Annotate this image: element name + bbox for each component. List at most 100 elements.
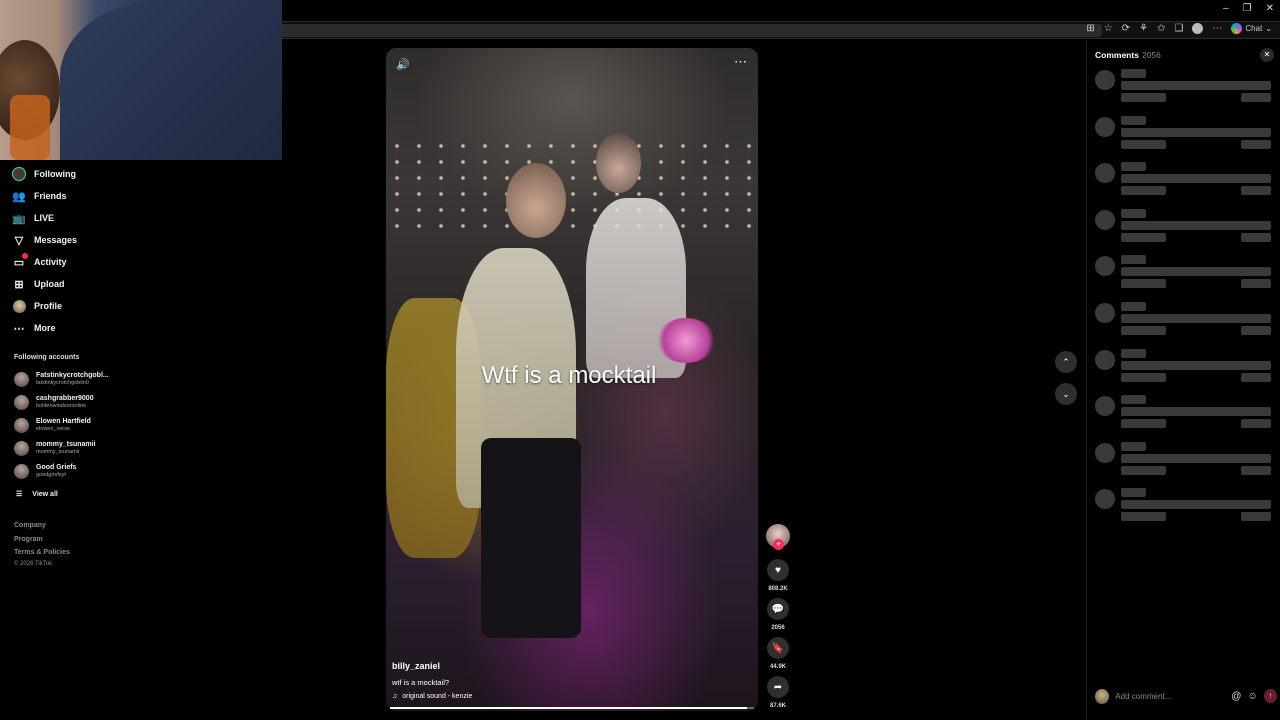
video-progress-bar[interactable] <box>390 707 754 709</box>
comment-skeleton <box>1121 139 1166 149</box>
comment-skeleton <box>1095 70 1115 90</box>
video-sound[interactable]: ♫ original sound - kenzie <box>392 693 472 700</box>
comment-composer: @ ☺ ↑ <box>1095 687 1277 705</box>
previous-video-button[interactable]: ⌃ <box>1055 351 1077 373</box>
favorites-icon[interactable]: ✩ <box>1157 23 1165 34</box>
comment-skeleton <box>1121 441 1146 451</box>
comment-skeleton <box>1121 279 1166 289</box>
comments-header: Comments 2056 <box>1095 50 1161 60</box>
comment-skeleton <box>1121 395 1146 405</box>
minimize-icon[interactable]: – <box>1223 3 1229 14</box>
address-field[interactable] <box>282 24 1102 37</box>
emoji-icon[interactable]: ☺ <box>1247 691 1257 702</box>
comment-skeleton <box>1241 186 1271 196</box>
like-count: 808.2K <box>768 586 788 592</box>
account-item[interactable]: mommy_tsunamii mommy_tsunamii <box>14 441 96 456</box>
nav-label: Messages <box>34 235 78 245</box>
comment-skeleton <box>1121 512 1166 522</box>
nav-upload[interactable]: ⊞ Upload <box>12 275 65 293</box>
webcam-overlay <box>0 0 282 160</box>
apps-icon[interactable]: ⊞ <box>1086 23 1094 34</box>
account-item[interactable]: cashgrabber9000 holdenwindsoronline <box>14 395 94 410</box>
like-action[interactable]: ♥ 808.2K <box>766 559 790 592</box>
comment-skeleton <box>1121 326 1166 335</box>
nav-label: Profile <box>34 301 63 311</box>
close-window-icon[interactable]: ✕ <box>1266 3 1274 14</box>
comment-skeleton <box>1121 500 1271 510</box>
video-author[interactable]: billy_zaniel <box>392 661 440 671</box>
comment-action[interactable]: 💬 2056 <box>766 598 790 631</box>
refresh-icon[interactable]: ⟳ <box>1122 23 1130 34</box>
comment-skeleton <box>1095 163 1115 184</box>
account-item[interactable]: Fatstinkycrotchgobl... fatstinkycrotchgob… <box>14 372 109 387</box>
footer-company-link[interactable]: Company <box>14 522 46 529</box>
comment-skeleton <box>1095 396 1115 417</box>
account-handle: mommy_tsunamii <box>36 449 80 455</box>
nav-live[interactable]: 📺 LIVE <box>12 209 54 227</box>
comment-skeleton <box>1121 127 1271 137</box>
nav-profile[interactable]: Profile <box>12 297 62 315</box>
account-item[interactable]: Elowen Hartfield elowen_verse <box>14 418 91 433</box>
post-comment-button[interactable]: ↑ <box>1263 689 1277 703</box>
comment-skeleton <box>1241 372 1271 382</box>
comment-bubble-icon[interactable]: 💬 <box>767 598 789 620</box>
following-accounts-title: Following accounts <box>14 354 80 361</box>
upload-icon: ⊞ <box>14 278 24 291</box>
video-player[interactable]: 🔊 ⋯ Wtf is a mocktail billy_zaniel wtf i… <box>386 48 758 711</box>
share-count: 87.6K <box>769 703 786 709</box>
nav-messages[interactable]: ▽ Messages <box>12 231 77 249</box>
nav-friends[interactable]: 👥 Friends <box>12 187 67 205</box>
account-handle: goodgriefsyt <box>36 472 66 478</box>
collections-icon[interactable]: ❏ <box>1174 23 1183 34</box>
comment-skeleton <box>1121 186 1166 196</box>
arrow-up-icon: ↑ <box>1268 691 1273 700</box>
comment-input[interactable] <box>1115 688 1226 704</box>
account-item[interactable]: Good Griefs goodgriefsyt <box>14 464 76 479</box>
music-note-icon: ♫ <box>392 693 398 700</box>
star-icon[interactable]: ☆ <box>1104 23 1113 34</box>
nav-label: Friends <box>34 191 67 201</box>
comment-skeleton <box>1241 232 1271 242</box>
nav-label: Activity <box>34 257 67 267</box>
mention-icon[interactable]: @ <box>1231 691 1241 702</box>
share-action[interactable]: ➦ 87.6K <box>766 676 790 709</box>
account-name: Fatstinkycrotchgobl... <box>36 372 109 379</box>
next-video-button[interactable]: ⌄ <box>1055 383 1077 405</box>
view-all-label: View all <box>32 490 58 498</box>
share-arrow-icon[interactable]: ➦ <box>767 676 789 698</box>
nav-following[interactable]: Following <box>12 165 76 183</box>
comment-skeleton <box>1121 115 1146 125</box>
volume-icon[interactable]: 🔊 <box>396 58 410 71</box>
notification-dot <box>22 253 28 259</box>
footer-terms-link[interactable]: Terms & Policies <box>14 549 70 556</box>
comment-skeleton <box>1121 267 1271 277</box>
comment-skeleton <box>1095 489 1115 510</box>
nav-label: Upload <box>34 279 65 289</box>
restore-icon[interactable]: ❐ <box>1243 3 1252 14</box>
account-handle: elowen_verse <box>36 426 70 432</box>
toolbar-icons: ⊞ ☆ ⟳ ⚘ ✩ ❏ ⋯ Chat ⌄ <box>1086 23 1272 34</box>
comment-skeleton <box>1121 407 1271 417</box>
more-icon: ⋯ <box>13 322 25 335</box>
close-icon: ✕ <box>1263 50 1271 59</box>
video-progress-fill <box>390 707 747 709</box>
footer-program-link[interactable]: Program <box>14 536 43 543</box>
view-all-link[interactable]: ☰ View all <box>16 490 58 499</box>
comment-skeleton <box>1095 349 1115 370</box>
comment-skeleton <box>1121 314 1271 323</box>
comment-skeleton <box>1121 488 1146 498</box>
heart-icon[interactable]: ♥ <box>767 559 789 581</box>
nav-more[interactable]: ⋯ More <box>12 319 56 337</box>
save-action[interactable]: 🔖 44.9K <box>766 637 790 670</box>
avatar <box>14 441 29 456</box>
follow-plus-icon[interactable]: + <box>773 539 784 550</box>
nav-activity[interactable]: ▭ Activity <box>12 253 67 271</box>
extensions-icon[interactable]: ⚘ <box>1139 23 1148 34</box>
browser-profile-avatar[interactable] <box>1192 23 1204 34</box>
menu-dots-icon[interactable]: ⋯ <box>1212 23 1222 34</box>
chat-button[interactable]: Chat ⌄ <box>1231 23 1272 34</box>
comment-skeleton <box>1121 81 1271 90</box>
bookmark-icon[interactable]: 🔖 <box>767 637 789 659</box>
more-options-icon[interactable]: ⋯ <box>734 54 748 70</box>
close-comments-button[interactable]: ✕ <box>1260 48 1274 62</box>
